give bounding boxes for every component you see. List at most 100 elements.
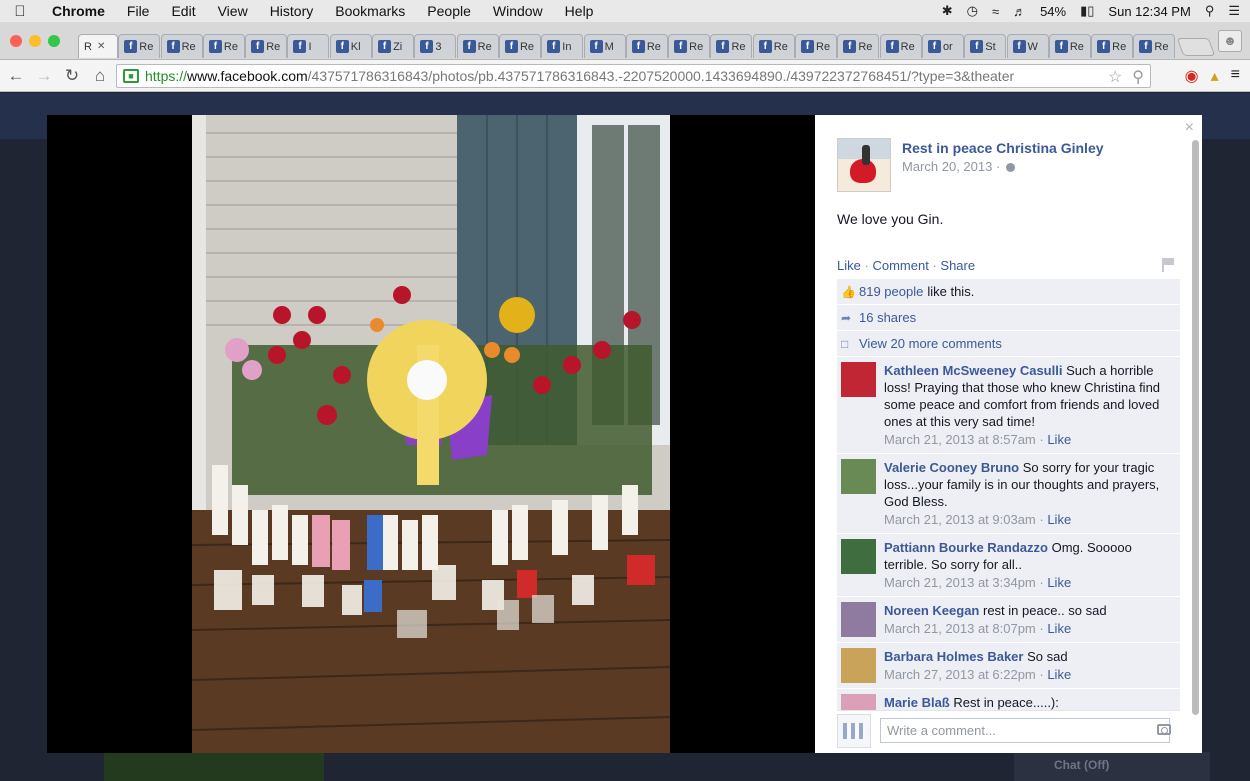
- comment-timestamp[interactable]: March 21, 2013 at 8:57am: [884, 432, 1036, 447]
- comment-like-link[interactable]: Like: [1047, 432, 1071, 447]
- menu-history[interactable]: History: [259, 3, 325, 19]
- lock-icon[interactable]: ■: [123, 69, 139, 83]
- page-name-link[interactable]: Rest in peace Christina Ginley: [902, 140, 1104, 156]
- tab[interactable]: f Re: [879, 34, 922, 58]
- commenter-avatar[interactable]: [841, 648, 876, 683]
- commenter-avatar[interactable]: [841, 459, 876, 494]
- post-date-text[interactable]: March 20, 2013 ·: [902, 159, 1000, 174]
- address-bar[interactable]: ■ https:// www.facebook.com /43757178631…: [116, 64, 1151, 88]
- comment-link[interactable]: Comment: [872, 258, 928, 273]
- tab-active[interactable]: R ✕: [78, 34, 118, 58]
- comment-like-link[interactable]: Like: [1047, 512, 1071, 527]
- chat-bar[interactable]: Chat (Off): [1014, 752, 1210, 781]
- commenter-name-link[interactable]: Valerie Cooney Bruno: [884, 460, 1019, 475]
- menu-app-name[interactable]: Chrome: [40, 3, 116, 19]
- tab[interactable]: fI: [287, 34, 330, 58]
- tab[interactable]: f Kl: [329, 34, 372, 58]
- tab[interactable]: f Re: [160, 34, 203, 58]
- comment-timestamp[interactable]: March 21, 2013 at 3:34pm: [884, 575, 1036, 590]
- commenter-avatar[interactable]: [841, 539, 876, 574]
- comment-input[interactable]: [880, 718, 1170, 743]
- tab[interactable]: f Re: [752, 34, 795, 58]
- tab[interactable]: f Re: [837, 34, 880, 58]
- menubar-clock[interactable]: Sun 12:34 PM: [1108, 4, 1190, 19]
- tab[interactable]: f Re: [118, 34, 161, 58]
- wifi-icon[interactable]: ≈: [992, 4, 999, 19]
- menu-window[interactable]: Window: [482, 3, 554, 19]
- close-icon[interactable]: ×: [1185, 119, 1194, 137]
- new-tab-button[interactable]: [1176, 38, 1215, 56]
- commenter-name-link[interactable]: Marie Blaß: [884, 695, 950, 710]
- tab[interactable]: f St: [964, 34, 1007, 58]
- menu-view[interactable]: View: [207, 3, 259, 19]
- commenter-avatar[interactable]: [841, 602, 876, 637]
- forward-icon[interactable]: →: [30, 66, 58, 86]
- zoom-window-button[interactable]: [48, 35, 60, 47]
- menu-file[interactable]: File: [116, 3, 161, 19]
- tab[interactable]: f3: [414, 34, 457, 58]
- page-avatar[interactable]: [837, 138, 891, 192]
- commenter-name-link[interactable]: Barbara Holmes Baker: [884, 649, 1023, 664]
- commenter-name-link[interactable]: Pattiann Bourke Randazzo: [884, 540, 1048, 555]
- battery-percent[interactable]: 54%: [1040, 4, 1066, 19]
- tab[interactable]: f Re: [795, 34, 838, 58]
- comment-like-link[interactable]: Like: [1047, 667, 1071, 682]
- current-user-avatar[interactable]: [837, 713, 871, 748]
- tab[interactable]: f Re: [1091, 34, 1134, 58]
- reload-icon[interactable]: ↻: [58, 66, 86, 86]
- share-link[interactable]: Share: [940, 258, 975, 273]
- profile-button[interactable]: ☻: [1218, 30, 1242, 52]
- opera-extension-icon[interactable]: ◉: [1185, 66, 1199, 86]
- sidebar-scrollbar[interactable]: [1192, 140, 1199, 715]
- zoom-icon[interactable]: ⚲: [1132, 67, 1144, 87]
- tab[interactable]: f Re: [498, 34, 541, 58]
- menu-people[interactable]: People: [416, 3, 482, 19]
- menu-edit[interactable]: Edit: [160, 3, 206, 19]
- menu-bookmarks[interactable]: Bookmarks: [324, 3, 416, 19]
- tab[interactable]: f Re: [1133, 34, 1176, 58]
- notification-center-icon[interactable]: ☰: [1228, 3, 1240, 19]
- close-window-button[interactable]: [10, 35, 22, 47]
- like-link[interactable]: Like: [837, 258, 861, 273]
- comment-timestamp[interactable]: March 27, 2013 at 6:22pm: [884, 667, 1036, 682]
- tab[interactable]: f In: [541, 34, 584, 58]
- comment-like-link[interactable]: Like: [1047, 621, 1071, 636]
- tab[interactable]: fW: [1006, 34, 1049, 58]
- commenter-name-link[interactable]: Kathleen McSweeney Casulli: [884, 363, 1062, 378]
- volume-icon[interactable]: ♬: [1013, 4, 1026, 19]
- time-machine-icon[interactable]: ◷: [967, 3, 978, 19]
- tab[interactable]: fM: [583, 34, 626, 58]
- chrome-menu-icon[interactable]: ≡: [1231, 66, 1240, 86]
- tab[interactable]: f Re: [625, 34, 668, 58]
- minimize-window-button[interactable]: [29, 35, 41, 47]
- tab[interactable]: f Re: [668, 34, 711, 58]
- close-tab-icon[interactable]: ✕: [97, 41, 105, 52]
- tab[interactable]: f Re: [1048, 34, 1091, 58]
- public-globe-icon[interactable]: [1005, 163, 1015, 173]
- bookmark-star-icon[interactable]: ☆: [1108, 67, 1122, 87]
- likes-count-link[interactable]: 819 people: [859, 284, 923, 299]
- extension-icon[interactable]: ▴: [1211, 66, 1219, 86]
- bluetooth-icon[interactable]: ✱: [942, 3, 953, 19]
- commenter-name-link[interactable]: Noreen Keegan: [884, 603, 979, 618]
- battery-icon[interactable]: ▮▯: [1080, 3, 1094, 19]
- tab[interactable]: f or: [921, 34, 964, 58]
- menu-help[interactable]: Help: [554, 3, 605, 19]
- tab[interactable]: f Re: [710, 34, 753, 58]
- tab[interactable]: f Re: [245, 34, 288, 58]
- tab[interactable]: f Zi: [372, 34, 415, 58]
- report-flag-icon[interactable]: [1162, 258, 1174, 272]
- shares-count-link[interactable]: 16 shares: [859, 310, 916, 325]
- apple-menu-icon[interactable]: : [0, 3, 40, 20]
- comment-timestamp[interactable]: March 21, 2013 at 8:07pm: [884, 621, 1036, 636]
- view-more-comments-link[interactable]: View 20 more comments: [859, 336, 1002, 351]
- comment-timestamp[interactable]: March 21, 2013 at 9:03am: [884, 512, 1036, 527]
- back-icon[interactable]: ←: [2, 66, 30, 86]
- home-icon[interactable]: ⌂: [86, 66, 114, 86]
- commenter-avatar[interactable]: [841, 362, 876, 397]
- memorial-photo[interactable]: [192, 115, 670, 753]
- tab[interactable]: f Re: [456, 34, 499, 58]
- camera-icon[interactable]: [1157, 724, 1171, 735]
- comment-like-link[interactable]: Like: [1047, 575, 1071, 590]
- tab[interactable]: f Re: [202, 34, 245, 58]
